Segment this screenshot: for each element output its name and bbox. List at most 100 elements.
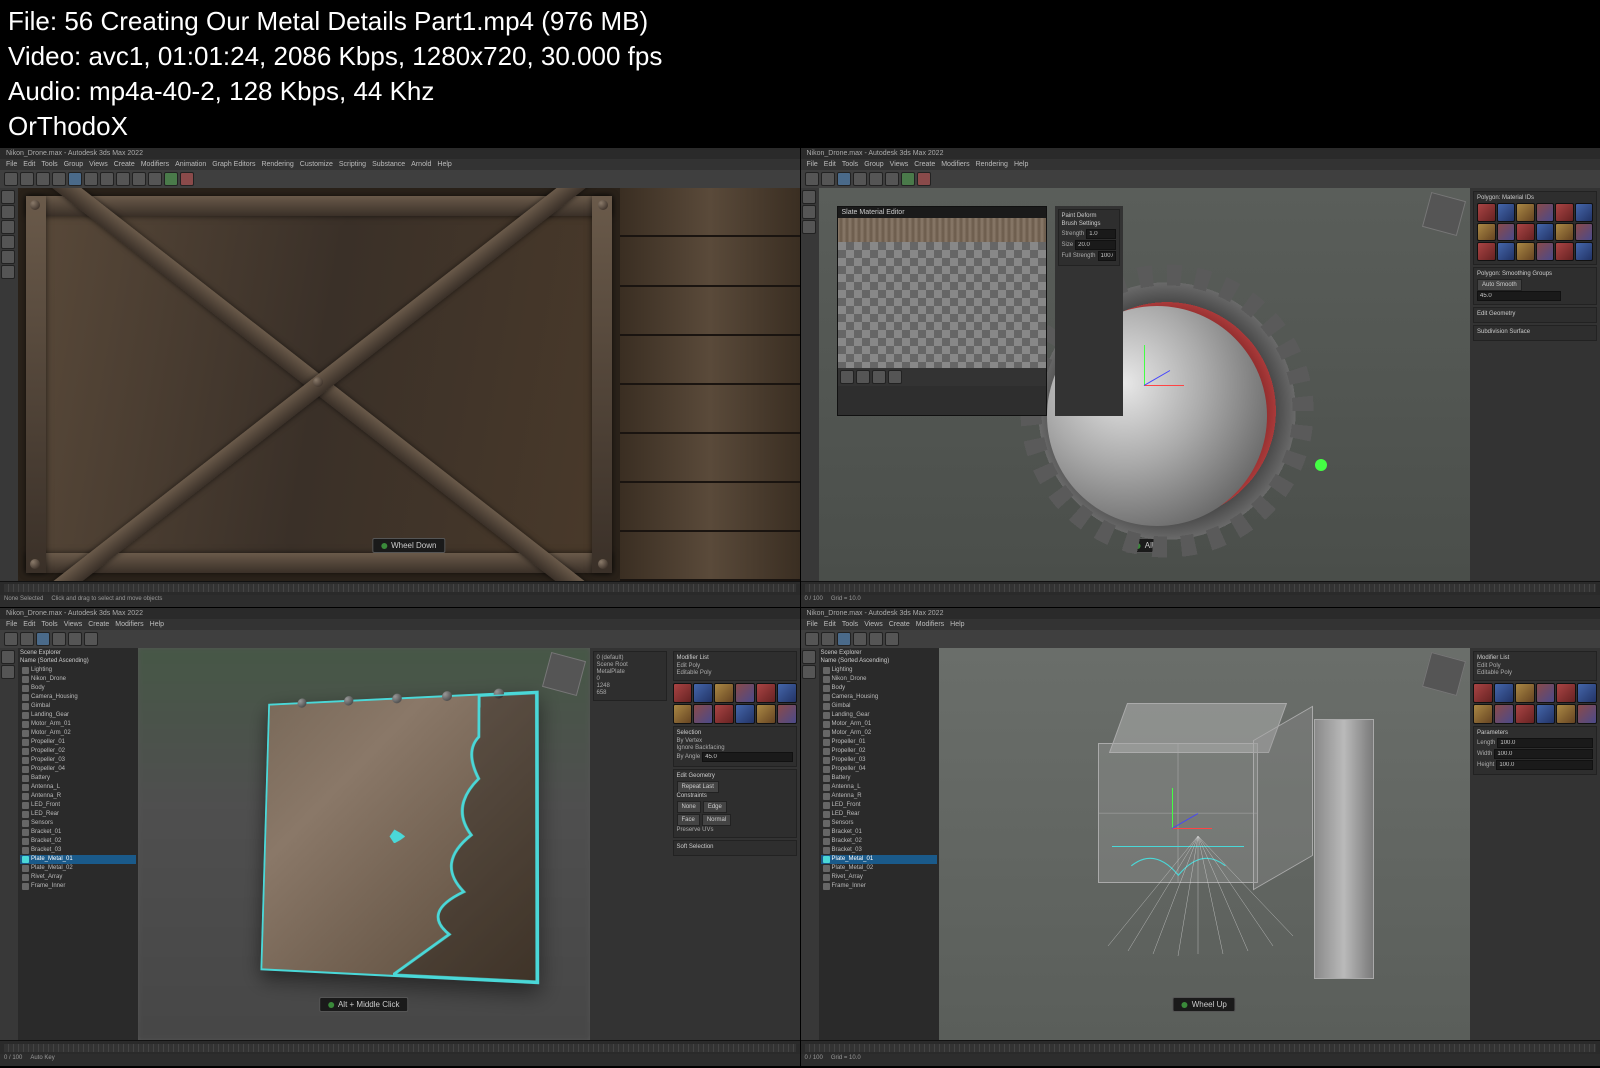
constraint-edge[interactable]: Edge [703, 801, 727, 813]
hierarchy-tab-icon[interactable] [802, 220, 816, 234]
sample-slot[interactable] [777, 683, 797, 703]
menu-edit[interactable]: Edit [824, 161, 836, 168]
scene-tree-item[interactable]: Bracket_03 [821, 846, 937, 855]
assign-material-icon[interactable] [856, 370, 870, 384]
menu-create[interactable]: Create [114, 161, 135, 168]
viewcube[interactable] [1422, 192, 1466, 236]
menu-help[interactable]: Help [1014, 161, 1028, 168]
scene-tree-item[interactable]: Body [20, 684, 136, 693]
scene-tree-item[interactable]: Battery [821, 774, 937, 783]
scene-tree-item[interactable]: LED_Rear [20, 810, 136, 819]
scene-tree-item[interactable]: Lighting [20, 666, 136, 675]
scene-tree-item[interactable]: Body [821, 684, 937, 693]
sample-slot[interactable] [1473, 683, 1493, 703]
sample-slot[interactable] [1536, 242, 1555, 261]
sample-slot[interactable] [1555, 223, 1574, 242]
sample-slot[interactable] [1473, 704, 1493, 724]
select-icon[interactable] [68, 172, 82, 186]
scene-explorer[interactable]: Scene Explorer Name (Sorted Ascending) L… [18, 648, 138, 1041]
scene-tree-item[interactable]: Nikon_Drone [20, 675, 136, 684]
viewport-perspective[interactable]: Alt + Middle Click [138, 648, 590, 1041]
scene-tree-item[interactable]: Camera_Housing [20, 693, 136, 702]
viewcube[interactable] [1422, 652, 1466, 696]
menu-animation[interactable]: Animation [175, 161, 206, 168]
move-icon[interactable] [52, 632, 66, 646]
menu-graph[interactable]: Graph Editors [212, 161, 255, 168]
sample-slot[interactable] [1494, 704, 1514, 724]
modify-tab-icon[interactable] [802, 665, 816, 679]
ignore-check[interactable]: Ignore Backfacing [677, 745, 725, 751]
scene-tree-item[interactable]: Gimbal [20, 702, 136, 711]
axis-y-icon[interactable] [1172, 788, 1173, 828]
undo-icon[interactable] [805, 172, 819, 186]
pick-material-icon[interactable] [840, 370, 854, 384]
scene-tree-item[interactable]: Nikon_Drone [821, 675, 937, 684]
menu-file[interactable]: File [6, 621, 17, 628]
sample-slot[interactable] [756, 683, 776, 703]
sample-slot[interactable] [735, 683, 755, 703]
menu-views[interactable]: Views [89, 161, 108, 168]
scene-tree-item[interactable]: Plate_Metal_02 [821, 864, 937, 873]
scene-tree-item[interactable]: Propeller_01 [20, 738, 136, 747]
create-tab-icon[interactable] [802, 650, 816, 664]
rotate-icon[interactable] [100, 172, 114, 186]
sample-slot[interactable] [1536, 683, 1556, 703]
sample-slot[interactable] [1515, 704, 1535, 724]
scale-icon[interactable] [885, 632, 899, 646]
menu-arnold[interactable]: Arnold [411, 161, 431, 168]
scene-tree-item[interactable]: Rivet_Array [20, 873, 136, 882]
sample-slot[interactable] [1536, 203, 1555, 222]
axis-x-icon[interactable] [1144, 385, 1184, 386]
viewport-wireframe[interactable]: Wheel Up [939, 648, 1471, 1041]
timeline[interactable] [0, 1040, 800, 1054]
scene-tree-item[interactable]: Plate_Metal_01 [821, 855, 937, 864]
sample-slot[interactable] [673, 683, 693, 703]
unlink-icon[interactable] [52, 172, 66, 186]
height-input[interactable] [1496, 760, 1593, 770]
sample-slot[interactable] [1477, 223, 1496, 242]
sample-slot[interactable] [1497, 223, 1516, 242]
sample-slot[interactable] [1575, 223, 1594, 242]
redo-icon[interactable] [20, 632, 34, 646]
scene-tree-item[interactable]: Bracket_02 [20, 837, 136, 846]
scene-tree-item[interactable]: Landing_Gear [20, 711, 136, 720]
scene-tree-item[interactable]: Propeller_03 [20, 756, 136, 765]
scene-tree-item[interactable]: Bracket_03 [20, 846, 136, 855]
scene-tree-item[interactable]: Plate_Metal_01 [20, 855, 136, 864]
scene-tree-item[interactable]: Gimbal [821, 702, 937, 711]
scale-icon[interactable] [116, 172, 130, 186]
sample-slot[interactable] [1575, 203, 1594, 222]
menu-file[interactable]: File [6, 161, 17, 168]
sample-slot[interactable] [1556, 704, 1576, 724]
sample-slot[interactable] [693, 683, 713, 703]
menu-substance[interactable]: Substance [372, 161, 405, 168]
timeline[interactable] [801, 581, 1600, 595]
scene-explorer[interactable]: Scene Explorer Name (Sorted Ascending) L… [819, 648, 939, 1041]
sample-slot[interactable] [1575, 242, 1594, 261]
sample-slot[interactable] [673, 704, 693, 724]
sample-slot[interactable] [1477, 242, 1496, 261]
menu-customize[interactable]: Customize [300, 161, 333, 168]
menu-edit[interactable]: Edit [23, 161, 35, 168]
scene-tree-item[interactable]: Landing_Gear [821, 711, 937, 720]
menu-edit[interactable]: Edit [23, 621, 35, 628]
status-autokey[interactable]: Auto Key [30, 1055, 54, 1065]
scene-tree-item[interactable]: Lighting [821, 666, 937, 675]
scene-tree-item[interactable]: Sensors [20, 819, 136, 828]
scene-tree-item[interactable]: Antenna_L [821, 783, 937, 792]
threshold-input[interactable] [1477, 291, 1561, 301]
redo-icon[interactable] [20, 172, 34, 186]
hierarchy-tab-icon[interactable] [1, 220, 15, 234]
undo-icon[interactable] [805, 632, 819, 646]
menu-edit[interactable]: Edit [824, 621, 836, 628]
menu-group[interactable]: Group [64, 161, 83, 168]
menu-views[interactable]: Views [864, 621, 883, 628]
sample-slot[interactable] [1497, 242, 1516, 261]
sample-slot[interactable] [1555, 203, 1574, 222]
softsel-title[interactable]: Soft Selection [677, 844, 793, 850]
link-icon[interactable] [36, 172, 50, 186]
redo-icon[interactable] [821, 632, 835, 646]
select-icon[interactable] [837, 632, 851, 646]
scene-tree-item[interactable]: Battery [20, 774, 136, 783]
scene-tree-item[interactable]: Motor_Arm_01 [821, 720, 937, 729]
